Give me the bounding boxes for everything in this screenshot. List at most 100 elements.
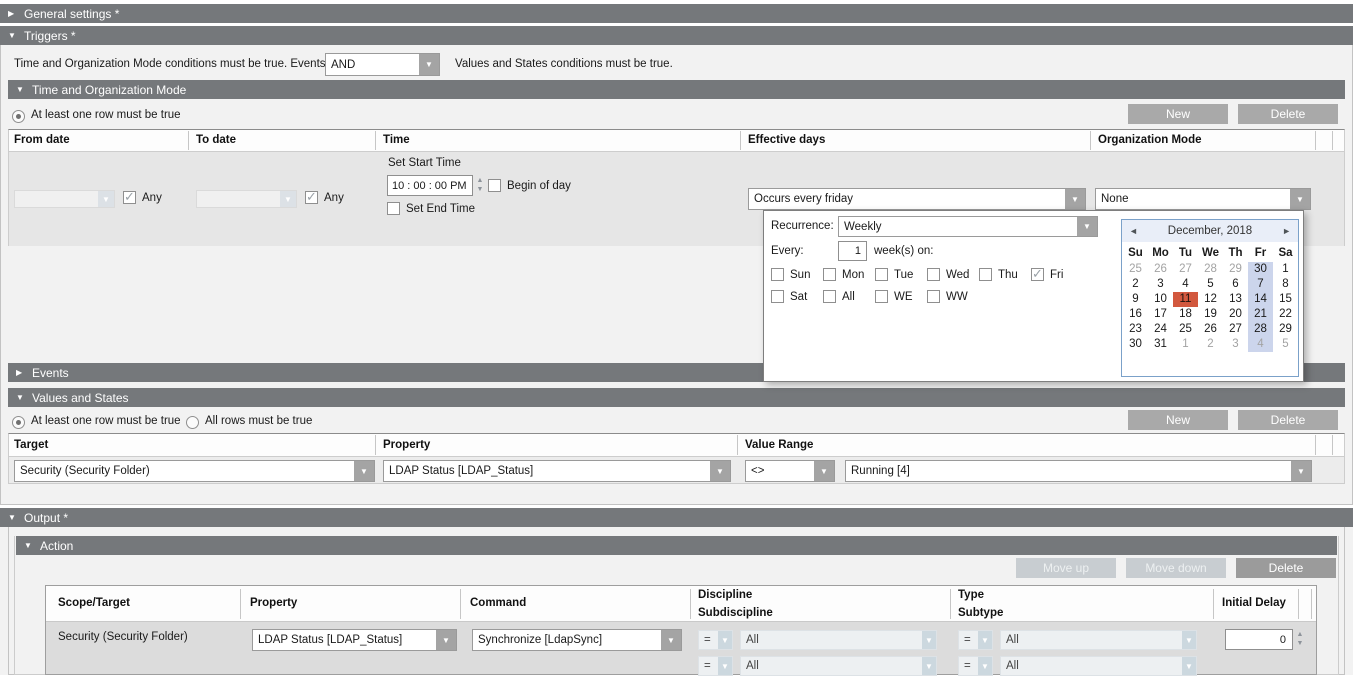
calendar-day-cell[interactable]: 1 — [1273, 262, 1298, 277]
section-header-triggers[interactable]: ▼ Triggers * — [0, 26, 1353, 45]
value-range-dropdown[interactable]: Running [4] ▼ — [845, 460, 1312, 482]
col-header-command[interactable]: Command — [470, 597, 526, 609]
every-input[interactable]: 1 — [838, 241, 867, 261]
calendar-day-cell[interactable]: 26 — [1198, 322, 1223, 337]
new-button[interactable]: New — [1128, 104, 1228, 124]
calendar-day-cell[interactable]: 29 — [1273, 322, 1298, 337]
spin-down-icon[interactable]: ▼ — [1297, 640, 1304, 648]
calendar-day-cell[interactable]: 26 — [1148, 262, 1173, 277]
calendar-day-cell[interactable]: 19 — [1198, 307, 1223, 322]
discipline-operator-dropdown[interactable]: = ▼ — [698, 630, 733, 650]
calendar-day-cell[interactable]: 25 — [1173, 322, 1198, 337]
weekday-checkbox-sat[interactable]: Sat — [771, 290, 823, 303]
calendar-day-cell[interactable]: 28 — [1198, 262, 1223, 277]
calendar-day-cell[interactable]: 25 — [1123, 262, 1148, 277]
col-header-time[interactable]: Time — [383, 134, 410, 146]
vs-new-button[interactable]: New — [1128, 410, 1228, 430]
action-delete-button[interactable]: Delete — [1236, 558, 1336, 578]
events-operator-dropdown[interactable]: AND ▼ — [325, 53, 440, 76]
action-command-dropdown[interactable]: Synchronize [LdapSync] ▼ — [472, 629, 682, 651]
weekday-checkbox-sun[interactable]: Sun — [771, 268, 823, 281]
from-any-checkbox[interactable]: Any — [123, 191, 162, 204]
to-any-checkbox[interactable]: Any — [305, 191, 344, 204]
col-header-effective-days[interactable]: Effective days — [748, 134, 825, 146]
weekday-checkbox-thu[interactable]: Thu — [979, 268, 1031, 281]
calendar-day-cell[interactable]: 29 — [1223, 262, 1248, 277]
calendar-day-cell[interactable]: 31 — [1148, 337, 1173, 352]
calendar-day-cell[interactable]: 17 — [1148, 307, 1173, 322]
col-header-target[interactable]: Target — [14, 439, 48, 451]
from-date-dropdown[interactable]: ▼ — [14, 190, 115, 208]
calendar-day-cell[interactable]: 30 — [1248, 262, 1273, 277]
subdiscipline-operator-dropdown[interactable]: = ▼ — [698, 656, 733, 676]
type-value-dropdown[interactable]: All ▼ — [1000, 630, 1197, 650]
calendar-day-cell[interactable]: 4 — [1248, 337, 1273, 352]
weekday-checkbox-ww[interactable]: WW — [927, 290, 979, 303]
set-end-time-checkbox[interactable]: Set End Time — [387, 202, 475, 215]
subtype-operator-dropdown[interactable]: = ▼ — [958, 656, 993, 676]
calendar-day-cell[interactable]: 21 — [1248, 307, 1273, 322]
subsection-header-action[interactable]: ▼ Action — [16, 536, 1337, 555]
subsection-header-time-org-mode[interactable]: ▼ Time and Organization Mode — [8, 80, 1345, 99]
col-header-organization-mode[interactable]: Organization Mode — [1098, 134, 1202, 146]
calendar-day-cell[interactable]: 9 — [1123, 292, 1148, 307]
calendar-day-cell[interactable]: 8 — [1273, 277, 1298, 292]
col-header-to-date[interactable]: To date — [196, 134, 236, 146]
spin-up-icon[interactable]: ▲ — [1297, 631, 1304, 639]
calendar-day-cell[interactable]: 18 — [1173, 307, 1198, 322]
calendar-day-cell[interactable]: 3 — [1223, 337, 1248, 352]
discipline-value-dropdown[interactable]: All ▼ — [740, 630, 937, 650]
type-operator-dropdown[interactable]: = ▼ — [958, 630, 993, 650]
calendar-day-cell[interactable]: 5 — [1273, 337, 1298, 352]
calendar-day-cell[interactable]: 4 — [1173, 277, 1198, 292]
operator-dropdown[interactable]: <> ▼ — [745, 460, 835, 482]
rule-radio-at-least-one[interactable] — [12, 110, 25, 123]
property-dropdown[interactable]: LDAP Status [LDAP_Status] ▼ — [383, 460, 731, 482]
begin-of-day-checkbox[interactable]: Begin of day — [488, 179, 571, 192]
calendar-day-cell[interactable]: 24 — [1148, 322, 1173, 337]
calendar-day-cell[interactable]: 14 — [1248, 292, 1273, 307]
calendar-day-cell[interactable]: 7 — [1248, 277, 1273, 292]
calendar-day-cell[interactable]: 1 — [1173, 337, 1198, 352]
calendar-day-cell[interactable]: 2 — [1123, 277, 1148, 292]
time-spinner[interactable]: ▲ ▼ — [474, 175, 486, 196]
calendar-day-cell[interactable]: 10 — [1148, 292, 1173, 307]
col-header-type[interactable]: Type — [958, 589, 984, 601]
subdiscipline-value-dropdown[interactable]: All ▼ — [740, 656, 937, 676]
col-header-discipline[interactable]: Discipline — [698, 589, 752, 601]
move-up-button[interactable]: Move up — [1016, 558, 1116, 578]
previous-month-icon[interactable]: ◄ — [1129, 226, 1138, 236]
col-header-subdiscipline[interactable]: Subdiscipline — [698, 607, 773, 619]
calendar-day-cell[interactable]: 27 — [1223, 322, 1248, 337]
target-dropdown[interactable]: Security (Security Folder) ▼ — [14, 460, 375, 482]
calendar-day-cell[interactable]: 13 — [1223, 292, 1248, 307]
effective-days-dropdown[interactable]: Occurs every friday ▼ — [748, 188, 1086, 210]
calendar-day-cell[interactable]: 12 — [1198, 292, 1223, 307]
calendar-day-cell[interactable]: 2 — [1198, 337, 1223, 352]
col-header-value-range[interactable]: Value Range — [745, 439, 813, 451]
calendar-day-cell[interactable]: 27 — [1173, 262, 1198, 277]
weekday-checkbox-wed[interactable]: Wed — [927, 268, 979, 281]
col-header-property[interactable]: Property — [383, 439, 430, 451]
weekday-checkbox-mon[interactable]: Mon — [823, 268, 875, 281]
calendar-day-cell[interactable]: 22 — [1273, 307, 1298, 322]
spin-up-icon[interactable]: ▲ — [477, 177, 484, 185]
next-month-icon[interactable]: ► — [1282, 226, 1291, 236]
calendar-month-title[interactable]: December, 2018 — [1168, 225, 1252, 237]
spin-down-icon[interactable]: ▼ — [477, 186, 484, 194]
calendar-day-cell[interactable]: 20 — [1223, 307, 1248, 322]
move-down-button[interactable]: Move down — [1126, 558, 1226, 578]
calendar-day-cell[interactable]: 30 — [1123, 337, 1148, 352]
organization-mode-dropdown[interactable]: None ▼ — [1095, 188, 1311, 210]
section-header-general-settings[interactable]: ▶ General settings * — [0, 4, 1353, 23]
subsection-header-values-states[interactable]: ▼ Values and States — [8, 388, 1345, 407]
weekday-checkbox-all[interactable]: All — [823, 290, 875, 303]
vs-delete-button[interactable]: Delete — [1238, 410, 1338, 430]
weekday-checkbox-fri[interactable]: Fri — [1031, 268, 1083, 281]
col-header-scope-target[interactable]: Scope/Target — [58, 597, 130, 609]
action-property-dropdown[interactable]: LDAP Status [LDAP_Status] ▼ — [252, 629, 457, 651]
section-header-output[interactable]: ▼ Output * — [0, 508, 1353, 527]
vs-rule-radio-at-least-one[interactable] — [12, 416, 25, 429]
calendar-day-cell[interactable]: 28 — [1248, 322, 1273, 337]
col-header-from-date[interactable]: From date — [14, 134, 70, 146]
